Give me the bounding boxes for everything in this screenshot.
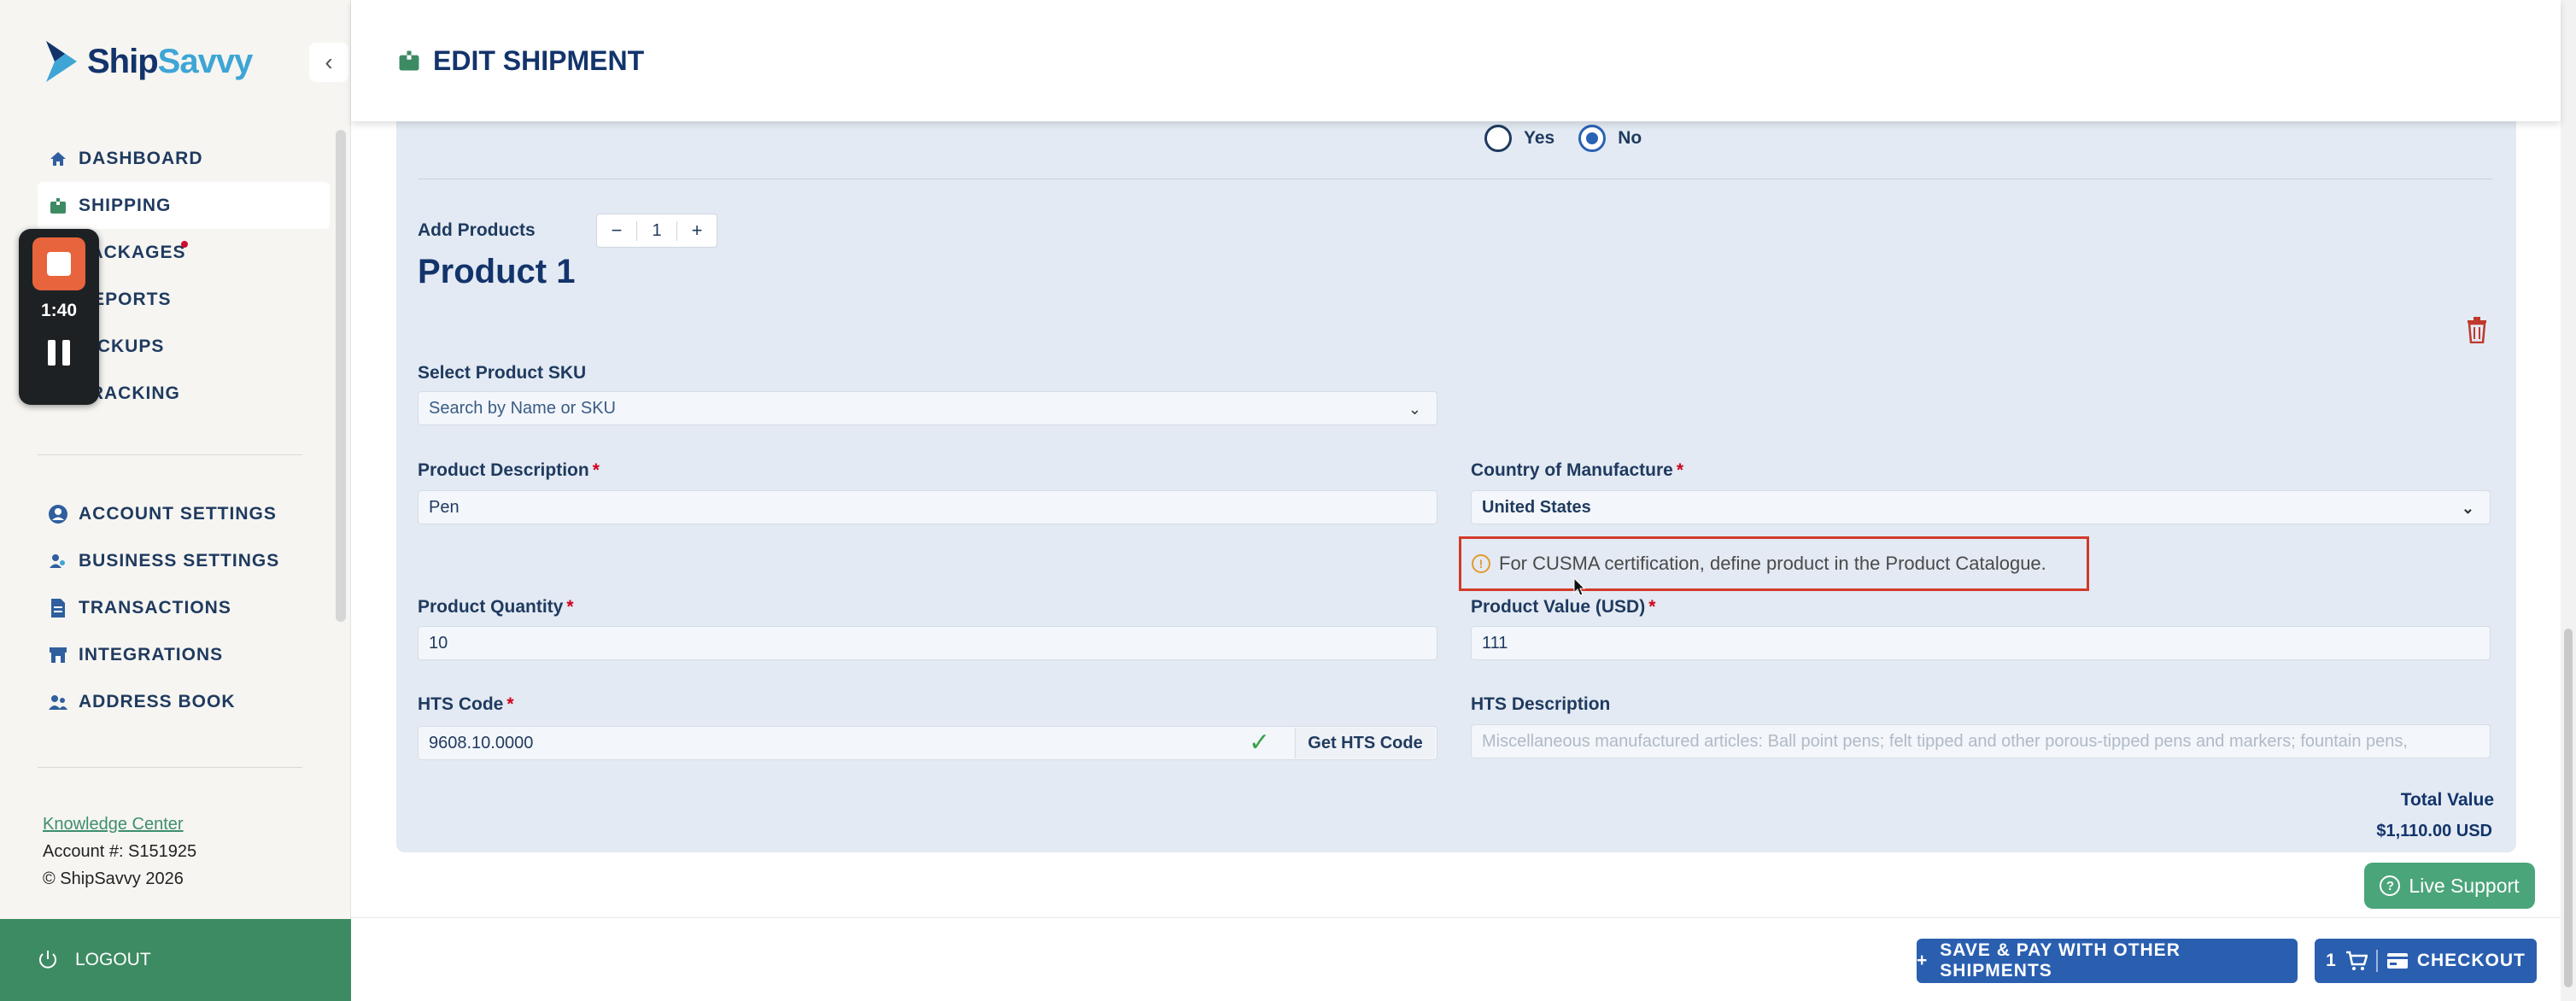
hts-label: HTS Code * bbox=[418, 694, 514, 714]
credit-card-icon bbox=[2386, 953, 2408, 969]
total-value-amount: $1,110.00 USD bbox=[2376, 822, 2492, 840]
yes-no-radio-group: Yes No bbox=[1484, 125, 1642, 152]
checkout-label: CHECKOUT bbox=[2416, 951, 2526, 970]
total-value-label: Total Value bbox=[2400, 790, 2494, 810]
cart-count: 1 bbox=[2326, 951, 2337, 970]
add-products-stepper: − 1 + bbox=[596, 214, 717, 248]
product-count[interactable]: 1 bbox=[636, 220, 677, 241]
checkmark-icon: ✓ bbox=[1249, 729, 1271, 757]
product-heading: Product 1 bbox=[418, 253, 576, 290]
save-and-pay-label: SAVE & PAY WITH OTHER SHIPMENTS bbox=[1940, 940, 2181, 981]
help-icon: ? bbox=[2380, 875, 2401, 896]
decrement-button[interactable]: − bbox=[597, 220, 636, 242]
mouse-cursor-icon bbox=[1573, 577, 1585, 596]
quantity-label: Product Quantity * bbox=[418, 597, 574, 617]
add-products-label: Add Products bbox=[418, 220, 536, 240]
chevron-down-icon: ⌄ bbox=[2461, 500, 2474, 517]
hts-description-label: HTS Description bbox=[1471, 694, 1611, 714]
get-hts-code-button[interactable]: Get HTS Code bbox=[1295, 728, 1435, 758]
radio-yes-label: Yes bbox=[1524, 128, 1555, 148]
country-label: Country of Manufacture * bbox=[1471, 460, 1684, 480]
country-select[interactable]: United States ⌄ bbox=[1471, 490, 2491, 524]
button-separator bbox=[2375, 950, 2378, 972]
radio-no-label: No bbox=[1618, 128, 1642, 148]
live-support-label: Live Support bbox=[2409, 874, 2520, 897]
description-label: Product Description * bbox=[418, 460, 600, 480]
plus-icon: + bbox=[1917, 951, 1929, 970]
sku-label: Select Product SKU bbox=[418, 363, 587, 383]
cusma-notice: ! For CUSMA certification, define produc… bbox=[1459, 536, 2089, 591]
value-input[interactable]: 111 bbox=[1471, 626, 2491, 660]
warning-icon: ! bbox=[1472, 554, 1490, 573]
hts-description-field: Miscellaneous manufactured articles: Bal… bbox=[1471, 724, 2491, 758]
main-content: Yes No Add Products − 1 + Product 1 Sele… bbox=[0, 0, 2576, 1001]
hts-code-input[interactable]: 9608.10.0000 bbox=[418, 726, 1437, 760]
cusma-notice-text: For CUSMA certification, define product … bbox=[1499, 553, 2046, 574]
value-label: Product Value (USD) * bbox=[1471, 597, 1656, 617]
sku-search-select[interactable]: Search by Name or SKU ⌄ bbox=[418, 391, 1437, 425]
trash-icon[interactable] bbox=[2465, 316, 2489, 343]
increment-button[interactable]: + bbox=[677, 220, 717, 242]
save-and-pay-button[interactable]: + SAVE & PAY WITH OTHER SHIPMENTS bbox=[1917, 939, 2298, 983]
page-header: EDIT SHIPMENT bbox=[351, 0, 2561, 121]
chevron-down-icon: ⌄ bbox=[1408, 401, 1421, 418]
sku-placeholder: Search by Name or SKU bbox=[429, 398, 616, 418]
live-support-button[interactable]: ? Live Support bbox=[2364, 863, 2535, 909]
radio-no[interactable] bbox=[1578, 125, 1607, 152]
radio-yes[interactable] bbox=[1484, 125, 1512, 152]
cart-icon bbox=[2345, 951, 2368, 970]
description-input[interactable]: Pen bbox=[418, 490, 1437, 524]
shipping-box-icon bbox=[399, 50, 419, 71]
quantity-input[interactable]: 10 bbox=[418, 626, 1437, 660]
checkout-button[interactable]: 1 CHECKOUT bbox=[2315, 939, 2537, 983]
page-title: EDIT SHIPMENT bbox=[433, 44, 645, 76]
